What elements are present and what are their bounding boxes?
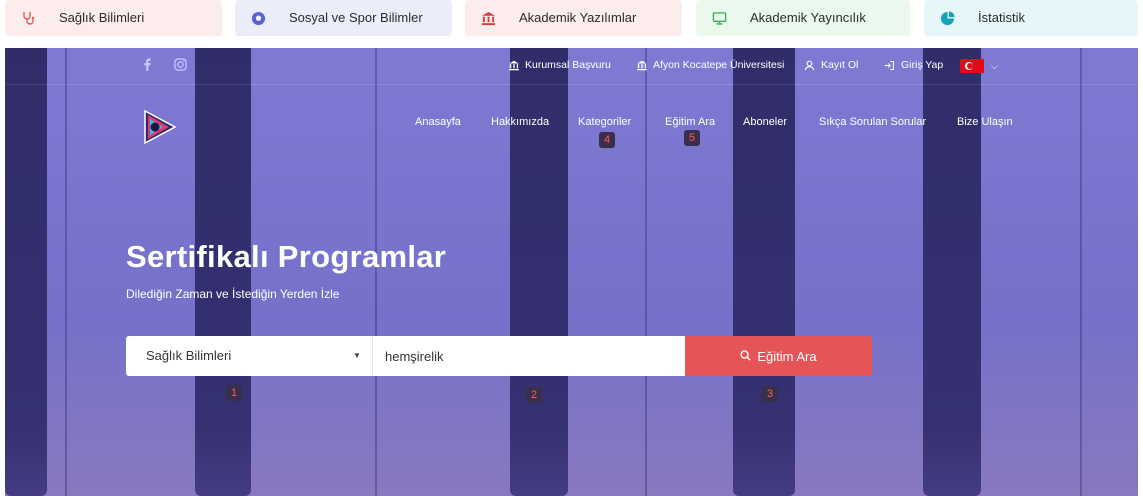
- search-button-label: Eğitim Ara: [757, 348, 817, 364]
- search-icon: [740, 349, 751, 364]
- category-label: Sağlık Bilimleri: [59, 10, 145, 25]
- annotation-badge: 4: [599, 132, 615, 148]
- afyon-kocatepe-link[interactable]: Afyon Kocatepe Üniversitesi: [636, 59, 784, 71]
- annotation-badge: 3: [762, 386, 778, 402]
- category-sosyal-spor[interactable]: Sosyal ve Spor Bilimler: [235, 0, 452, 36]
- page-title: Sertifikalı Programlar: [126, 239, 447, 274]
- category-istatistik[interactable]: İstatistik: [924, 0, 1138, 36]
- nav-egitim-ara[interactable]: Eğitim Ara: [665, 116, 715, 128]
- category-akademik-yazilimlar[interactable]: Akademik Yazılımlar: [465, 0, 682, 36]
- stethoscope-icon: [19, 9, 37, 27]
- institution-icon: [636, 60, 648, 71]
- turkey-flag-icon: [960, 59, 984, 73]
- institution-icon: [508, 60, 520, 71]
- hero-section: Kurumsal Başvuru Afyon Kocatepe Üniversi…: [5, 48, 1138, 496]
- category-saglik-bilimleri[interactable]: Sağlık Bilimleri: [5, 0, 222, 36]
- nav-kategoriler[interactable]: Kategoriler: [578, 116, 631, 128]
- facebook-icon[interactable]: [140, 58, 154, 72]
- search-button[interactable]: Eğitim Ara: [685, 336, 872, 376]
- kurumsal-basvuru-link[interactable]: Kurumsal Başvuru: [508, 59, 611, 71]
- top-bar: Kurumsal Başvuru Afyon Kocatepe Üniversi…: [5, 48, 1138, 84]
- category-select-value: Sağlık Bilimleri: [146, 348, 232, 363]
- nav-sss[interactable]: Sıkça Sorulan Sorular: [819, 116, 926, 128]
- category-akademik-yayincilik[interactable]: Akademik Yayıncılık: [696, 0, 910, 36]
- giris-yap-link[interactable]: Giriş Yap: [884, 59, 943, 71]
- language-selector[interactable]: ⌵: [960, 56, 1004, 76]
- annotation-badge: 1: [226, 385, 242, 401]
- user-icon: [804, 60, 816, 71]
- page-subtitle: Dilediğin Zaman ve İstediğin Yerden İzle: [126, 287, 340, 301]
- category-label: İstatistik: [978, 10, 1025, 25]
- nav-anasayfa[interactable]: Anasayfa: [415, 116, 461, 128]
- search-form: Sağlık Bilimleri ▼ Eğitim Ara: [126, 336, 872, 376]
- site-logo[interactable]: [139, 108, 179, 146]
- nav-hakkimizda[interactable]: Hakkımızda: [491, 116, 549, 128]
- monitor-icon: [710, 9, 728, 27]
- annotation-badge: 2: [526, 387, 542, 403]
- soccer-ball-icon: [249, 9, 267, 27]
- pie-chart-icon: [938, 9, 956, 27]
- search-input[interactable]: [373, 336, 685, 376]
- category-label: Sosyal ve Spor Bilimler: [289, 10, 423, 25]
- category-label: Akademik Yazılımlar: [519, 10, 637, 25]
- caret-down-icon: ▼: [353, 351, 361, 360]
- login-icon: [884, 60, 896, 71]
- institution-icon: [479, 9, 497, 27]
- nav-aboneler[interactable]: Aboneler: [743, 116, 787, 128]
- chevron-down-icon: ⌵: [991, 60, 998, 71]
- instagram-icon[interactable]: [173, 58, 187, 72]
- kayit-ol-link[interactable]: Kayıt Ol: [804, 59, 858, 71]
- category-strip: Sağlık Bilimleri Sosyal ve Spor Bilimler…: [0, 0, 1143, 40]
- category-label: Akademik Yayıncılık: [750, 10, 866, 25]
- annotation-badge: 5: [684, 130, 700, 146]
- nav-bize-ulasin[interactable]: Bize Ulaşın: [957, 116, 1013, 128]
- category-select[interactable]: Sağlık Bilimleri ▼: [126, 336, 373, 376]
